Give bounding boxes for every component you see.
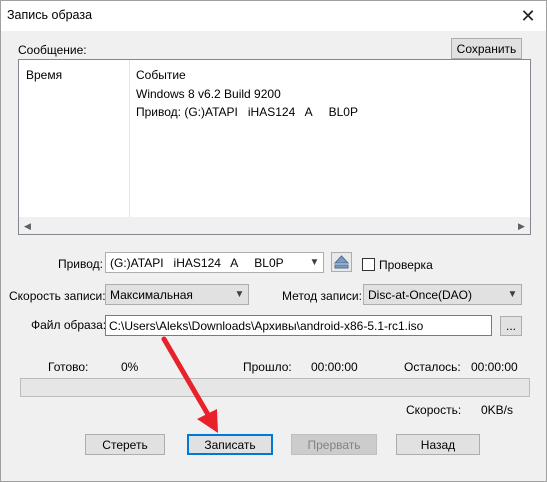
burn-image-dialog: Запись образа ✕ Сообщение: Сохранить Вре…	[0, 0, 547, 482]
annotation-arrow	[161, 336, 218, 433]
annotation-arrow-line	[161, 336, 213, 421]
